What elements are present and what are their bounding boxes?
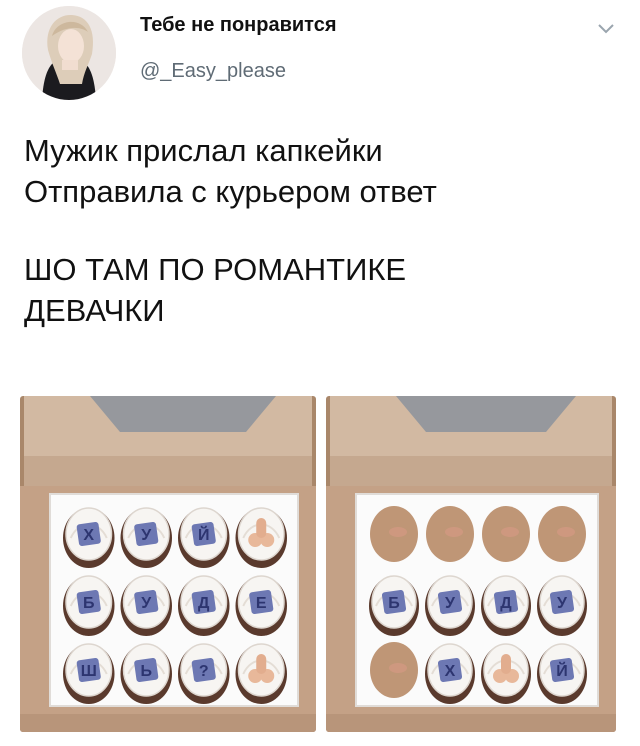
tweet-line: ДЕВАЧКИ [24,293,165,328]
cupcake-cell: Ш [63,643,115,704]
cupcake-cell: Е [235,575,287,636]
user-handle[interactable]: @_Easy_please [140,60,286,83]
cupcake-letter: Д [198,595,210,612]
cupcake-cell: Д [481,575,531,636]
cupcake-letter: У [141,595,152,612]
cupcake-cell [538,506,586,562]
cupcake-letter: Ь [141,663,153,680]
cupcake-cell: Д [178,575,230,636]
cupcake-cell [370,642,418,698]
cupcake-cell: У [120,575,172,636]
tweet-line: Отправила с курьером ответ [24,174,437,209]
cupcake-cell: У [120,507,172,568]
cupcake-letter: Д [500,595,512,612]
cupcake-cell [481,643,531,704]
cupcake-cell: Ь [120,643,172,704]
cupcake-letter: У [445,595,456,612]
cupcake-photo-full-box[interactable]: Х У Й Б У Д Е Ш Ь? [20,396,316,732]
cupcake-letter: ? [199,663,209,680]
tweet-line: Мужик прислал капкейки [24,133,383,168]
cupcake-letter: Й [198,525,210,544]
cupcake-letter: Б [388,595,400,612]
cupcake-letter: Й [556,661,568,680]
cupcake-letter: Е [256,595,267,612]
cupcake-cell [482,506,530,562]
tweet-text: Мужик прислал капкейки Отправила с курье… [24,130,624,331]
cupcake-letter: У [141,527,152,544]
cupcake-cell [370,506,418,562]
cupcake-cell: ? [178,643,230,704]
cupcake-cell: У [425,575,475,636]
cupcake-cell: Х [63,507,115,568]
cupcake-letter: Х [445,663,456,680]
avatar[interactable] [22,6,116,100]
cupcake-letter: Б [83,595,95,612]
cupcake-cell [426,506,474,562]
cupcake-cell [235,507,287,568]
cupcake-cell: Х [425,643,475,704]
tweet-line: ШО ТАМ ПО РОМАНТИКЕ [24,252,407,287]
display-name[interactable]: Тебе не понравится [140,14,337,37]
cupcake-cell: У [537,575,587,636]
chevron-down-icon[interactable] [596,22,616,36]
cupcake-photo-partial-box[interactable]: Б У Д У Х Й [326,396,616,732]
cupcake-cell: Б [369,575,419,636]
cupcake-letter: Ш [81,663,97,680]
tweet-header: Тебе не понравится @_Easy_please [0,0,640,110]
cupcake-letter: Х [83,527,94,544]
cupcake-cell: Й [178,507,230,568]
cupcake-cell: Б [63,575,115,636]
cupcake-cell: Й [537,643,587,704]
cupcake-letter: У [557,595,568,612]
cupcake-cell [235,643,287,704]
